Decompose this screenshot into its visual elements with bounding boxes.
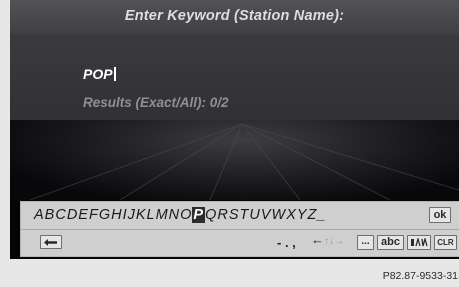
keyboard-letter-row: ABCDEFGHIJKLMNOPQRSTUVWXYZ_ ok	[21, 202, 459, 229]
arrow-right-icon[interactable]: →	[334, 236, 344, 247]
back-arrow-icon	[44, 239, 57, 246]
title-bar: Enter Keyword (Station Name):	[10, 0, 459, 34]
keyword-input[interactable]: POP	[83, 66, 116, 82]
punctuation-keys[interactable]: - . ,	[277, 235, 296, 250]
letters-a-o[interactable]: ABCDEFGHIJKLMNO	[34, 207, 192, 223]
letter-keys[interactable]: ABCDEFGHIJKLMNOPQRSTUVWXYZ_	[34, 207, 326, 223]
special-characters-icon	[411, 238, 428, 247]
selected-letter-key[interactable]: P	[192, 207, 206, 223]
cursor-arrow-keys[interactable]: ←↑↓→	[311, 232, 344, 247]
floor-grid-lines	[29, 123, 459, 200]
display-screen: Enter Keyword (Station Name): POP Result…	[10, 0, 459, 259]
figure-caption: P82.87-9533-31	[382, 270, 458, 282]
keyword-value: POP	[83, 66, 113, 82]
arrow-left-icon[interactable]: ←	[311, 232, 324, 247]
text-cursor	[113, 67, 116, 81]
keyboard-function-row: - . , ←↑↓→ ... abc CLR	[21, 230, 459, 255]
on-screen-keyboard: ABCDEFGHIJKLMNOPQRSTUVWXYZ_ ok - . , ←↑↓…	[20, 201, 459, 257]
letters-q-underscore[interactable]: QRSTUVWXYZ_	[205, 207, 326, 223]
back-button[interactable]	[40, 235, 62, 249]
ellipsis-button[interactable]: ...	[357, 235, 374, 250]
abc-button[interactable]: abc	[377, 235, 404, 250]
ok-button[interactable]: ok	[429, 207, 451, 223]
symbols-button[interactable]	[407, 235, 431, 250]
entry-area	[10, 34, 459, 120]
page-title: Enter Keyword (Station Name):	[124, 8, 345, 24]
clear-button[interactable]: CLR	[434, 235, 457, 250]
results-count: Results (Exact/All): 0/2	[83, 95, 229, 110]
